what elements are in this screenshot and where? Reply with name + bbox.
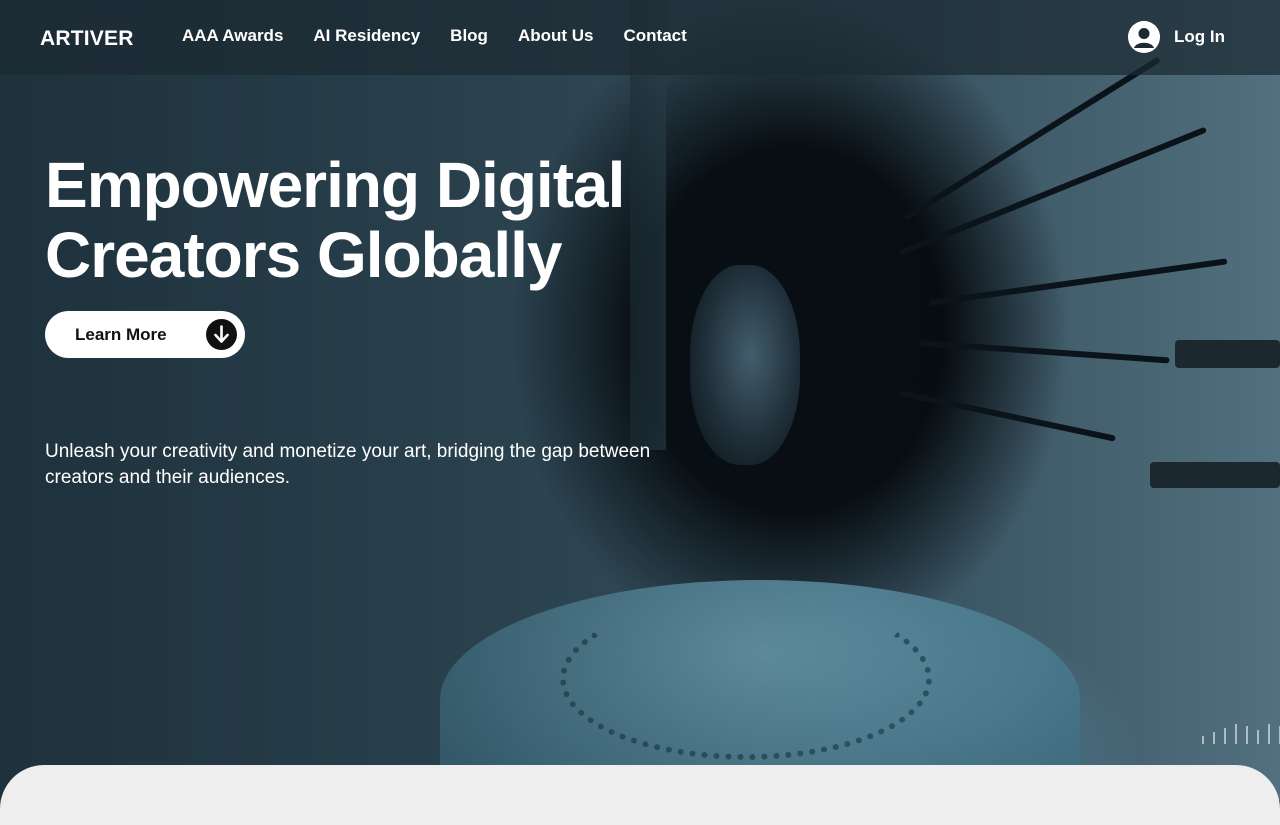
login-button[interactable]: Log In: [1128, 21, 1225, 53]
nav-link-aaa-awards[interactable]: AAA Awards: [182, 26, 283, 46]
nav-link-contact[interactable]: Contact: [624, 26, 687, 46]
hero-title-line2: Creators Globally: [45, 219, 562, 291]
learn-more-label: Learn More: [75, 325, 167, 344]
arrow-down-icon: [206, 319, 237, 350]
user-circle-icon: [1128, 21, 1160, 53]
hero-title-line1: Empowering Digital: [45, 149, 625, 221]
nav-link-ai-residency[interactable]: AI Residency: [313, 26, 420, 46]
sound-toggle-icon[interactable]: [1202, 724, 1280, 744]
nav-links: AAA Awards AI Residency Blog About Us Co…: [182, 26, 687, 46]
hero-background: [0, 0, 1280, 820]
nav-link-about-us[interactable]: About Us: [518, 26, 594, 46]
next-section-panel: [0, 765, 1280, 825]
top-navigation: ARTIVER AAA Awards AI Residency Blog Abo…: [0, 0, 1280, 75]
login-label: Log In: [1174, 27, 1225, 46]
learn-more-button[interactable]: Learn More: [45, 311, 245, 358]
site-logo[interactable]: ARTIVER: [40, 27, 134, 51]
hero-overlay: [0, 0, 1280, 800]
hero-subtitle: Unleash your creativity and monetize you…: [45, 441, 651, 488]
hero-title: Empowering Digital Creators Globally: [45, 150, 685, 290]
nav-link-blog[interactable]: Blog: [450, 26, 488, 46]
